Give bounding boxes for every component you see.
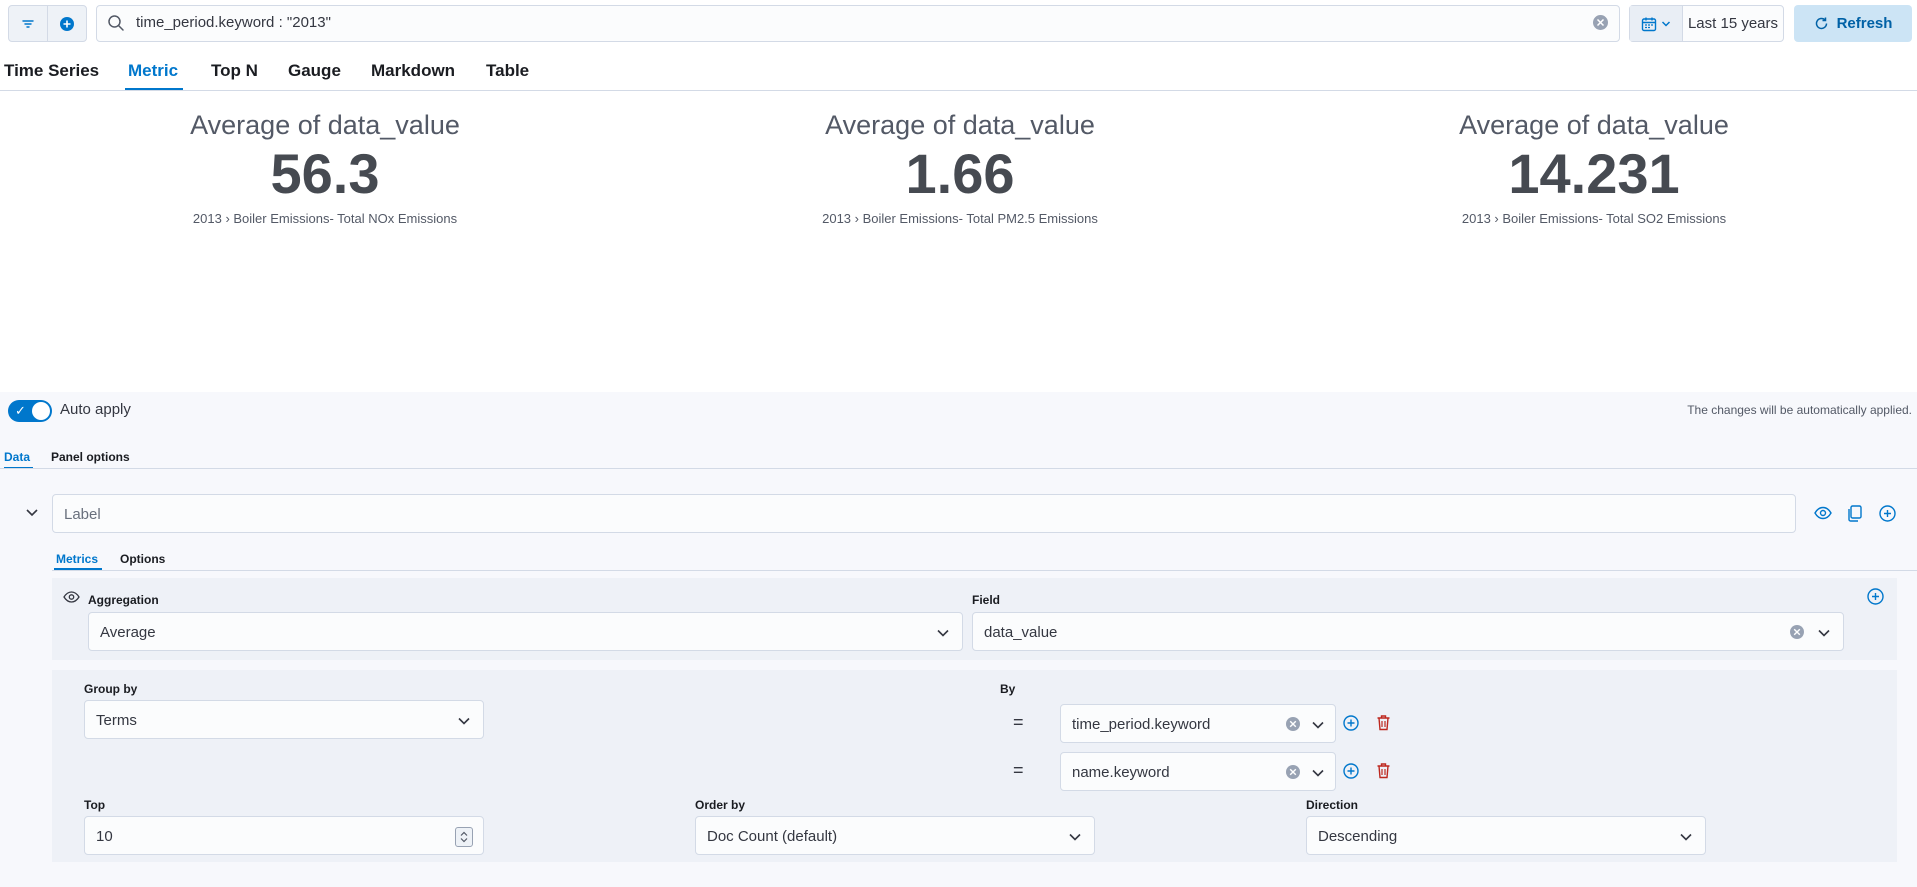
tab-markdown[interactable]: Markdown — [371, 61, 455, 81]
chevron-down-icon — [458, 717, 470, 725]
terms-field-value: name.keyword — [1072, 764, 1170, 781]
auto-apply-toggle[interactable]: ✓ — [8, 400, 52, 422]
terms-field-select[interactable]: time_period.keyword — [1060, 704, 1336, 743]
chevron-down-icon — [1069, 833, 1081, 841]
refresh-label: Refresh — [1836, 15, 1893, 32]
metric-card-pm25: Average of data_value 1.66 2013 › Boiler… — [750, 110, 1170, 226]
eye-icon[interactable] — [63, 590, 80, 604]
refresh-icon — [1815, 17, 1827, 30]
metric-value: 14.231 — [1508, 142, 1680, 205]
eye-icon[interactable] — [1814, 505, 1832, 521]
date-range-button[interactable]: Last 15 years — [1683, 6, 1783, 41]
group-by-select[interactable]: Terms — [84, 700, 484, 739]
toggle-knob — [32, 402, 50, 420]
top-value: 10 — [96, 828, 113, 845]
metric-series-name: 2013 › Boiler Emissions- Total SO2 Emiss… — [1461, 211, 1727, 226]
aggregation-label: Aggregation — [88, 593, 159, 607]
metric-tabs-divider — [52, 570, 1917, 571]
metric-series-name: 2013 › Boiler Emissions- Total PM2.5 Emi… — [822, 211, 1098, 226]
order-by-label: Order by — [695, 798, 746, 812]
metric-label: Average of data_value — [825, 110, 1095, 140]
chevron-down-icon — [1680, 833, 1692, 841]
trash-icon[interactable] — [1376, 714, 1391, 731]
auto-apply-message: The changes will be automatically applie… — [1687, 403, 1912, 417]
collapse-series-icon[interactable] — [24, 504, 40, 520]
chevron-down-icon — [1312, 769, 1324, 777]
direction-value: Descending — [1318, 828, 1398, 845]
filter-icon — [22, 19, 34, 28]
clear-icon[interactable] — [1285, 716, 1301, 732]
field-select[interactable]: data_value — [972, 612, 1844, 651]
aggregation-select[interactable]: Average — [88, 612, 963, 651]
series-label-input[interactable]: Label — [52, 494, 1796, 533]
direction-select[interactable]: Descending — [1306, 816, 1706, 855]
add-metric-icon[interactable] — [1867, 588, 1884, 605]
tab-gauge[interactable]: Gauge — [288, 61, 341, 81]
tab-metric[interactable]: Metric — [128, 61, 178, 81]
search-icon — [108, 15, 124, 31]
calendar-icon — [1641, 17, 1657, 31]
by-label: By — [1000, 682, 1016, 696]
clear-icon[interactable] — [1285, 764, 1301, 780]
check-icon: ✓ — [15, 403, 26, 418]
tab-data[interactable]: Data — [4, 450, 30, 464]
field-label: Field — [972, 593, 1001, 607]
metric-card-so2: Average of data_value 14.231 2013 › Boil… — [1384, 110, 1804, 226]
stepper-icon[interactable] — [455, 827, 473, 847]
terms-field-select[interactable]: name.keyword — [1060, 752, 1336, 791]
clone-icon[interactable] — [1847, 505, 1863, 522]
trash-icon[interactable] — [1376, 762, 1391, 779]
metric-label: Average of data_value — [190, 110, 460, 140]
metric-value: 56.3 — [270, 142, 380, 205]
metric-series-name: 2013 › Boiler Emissions- Total NOx Emiss… — [192, 211, 458, 226]
tab-panel-options[interactable]: Panel options — [51, 450, 130, 464]
auto-apply-label: Auto apply — [60, 401, 131, 418]
tab-options[interactable]: Options — [120, 552, 165, 566]
metric-label: Average of data_value — [1459, 110, 1729, 140]
series-label-placeholder: Label — [64, 506, 101, 523]
tab-table[interactable]: Table — [486, 61, 529, 81]
order-by-value: Doc Count (default) — [707, 828, 838, 845]
query-actions — [8, 5, 87, 42]
equals-sign: = — [1013, 760, 1024, 780]
equals-sign: = — [1013, 712, 1024, 732]
filter-menu-button[interactable] — [9, 6, 48, 41]
plus-circle-icon — [60, 16, 74, 31]
date-picker: Last 15 years — [1629, 5, 1784, 42]
field-value: data_value — [984, 624, 1058, 641]
quick-select-button[interactable] — [1630, 6, 1683, 41]
top-number-input[interactable]: 10 — [84, 816, 484, 855]
group-by-label: Group by — [84, 682, 138, 696]
tab-top-n[interactable]: Top N — [211, 61, 258, 81]
tab-time-series[interactable]: Time Series — [4, 61, 99, 81]
top-label: Top — [84, 798, 106, 812]
add-term-icon[interactable] — [1343, 763, 1359, 779]
chevron-down-icon — [1312, 721, 1324, 729]
order-by-select[interactable]: Doc Count (default) — [695, 816, 1095, 855]
add-series-icon[interactable] — [1879, 505, 1896, 522]
aggregation-value: Average — [100, 624, 156, 641]
group-by-value: Terms — [96, 712, 137, 729]
tab-metrics[interactable]: Metrics — [56, 552, 98, 566]
clear-icon[interactable] — [1789, 624, 1805, 640]
editor-tabs-divider — [0, 468, 1917, 469]
terms-field-value: time_period.keyword — [1072, 716, 1211, 733]
add-term-icon[interactable] — [1343, 715, 1359, 731]
metric-card-nox: Average of data_value 56.3 2013 › Boiler… — [115, 110, 535, 226]
chevron-down-icon — [1661, 20, 1671, 27]
refresh-button[interactable]: Refresh — [1794, 5, 1912, 42]
add-filter-button[interactable] — [48, 6, 86, 41]
tabs-divider — [0, 90, 1917, 91]
chevron-down-icon — [937, 629, 949, 637]
chevron-down-icon — [1818, 629, 1830, 637]
direction-label: Direction — [1306, 798, 1359, 812]
query-text: time_period.keyword : "2013" — [136, 14, 331, 31]
metric-value: 1.66 — [905, 142, 1015, 205]
clear-query-icon[interactable] — [1592, 14, 1609, 31]
